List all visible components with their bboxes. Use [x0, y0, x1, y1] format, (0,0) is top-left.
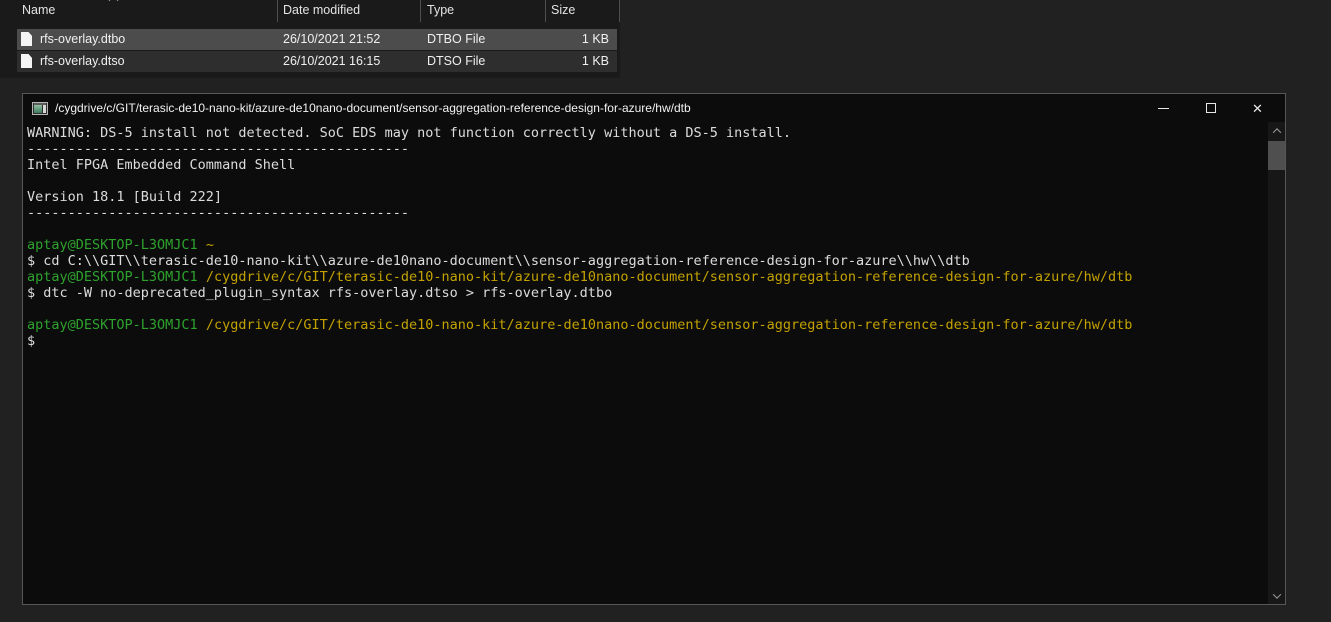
- terminal-scrollbar[interactable]: [1268, 122, 1285, 604]
- terminal-line: ----------------------------------------…: [27, 141, 1268, 157]
- terminal-line: WARNING: DS-5 install not detected. SoC …: [27, 125, 1268, 141]
- sort-ascending-icon: [109, 0, 119, 5]
- terminal-line: aptay@DESKTOP-L3OMJC1 /cygdrive/c/GIT/te…: [27, 269, 1268, 285]
- terminal-title: /cygdrive/c/GIT/terasic-de10-nano-kit/az…: [55, 101, 1140, 115]
- column-divider[interactable]: [619, 0, 620, 22]
- file-date-modified: 26/10/2021 21:52: [283, 32, 380, 46]
- column-header-size[interactable]: Size: [551, 3, 575, 17]
- explorer-column-headers: Name Date modified Type Size: [0, 0, 620, 22]
- terminal-app-icon: [32, 102, 48, 115]
- window-controls: ✕: [1140, 94, 1281, 122]
- terminal-line: aptay@DESKTOP-L3OMJC1 /cygdrive/c/GIT/te…: [27, 317, 1268, 333]
- column-header-date-modified[interactable]: Date modified: [283, 3, 360, 17]
- minimize-button[interactable]: [1140, 94, 1187, 122]
- column-header-type[interactable]: Type: [427, 3, 454, 17]
- column-divider[interactable]: [420, 0, 421, 22]
- scroll-down-button[interactable]: [1268, 587, 1285, 604]
- file-name: rfs-overlay.dtbo: [40, 32, 125, 46]
- terminal-line: [27, 173, 1268, 189]
- scrollbar-thumb[interactable]: [1268, 141, 1285, 170]
- terminal-line: $ dtc -W no-deprecated_plugin_syntax rfs…: [27, 285, 1268, 301]
- terminal-output[interactable]: WARNING: DS-5 install not detected. SoC …: [23, 122, 1268, 604]
- terminal-line: Version 18.1 [Build 222]: [27, 189, 1268, 205]
- terminal-line: aptay@DESKTOP-L3OMJC1 ~: [27, 237, 1268, 253]
- file-date-modified: 26/10/2021 16:15: [283, 54, 380, 68]
- file-icon: [21, 32, 32, 46]
- terminal-line: [27, 221, 1268, 237]
- file-row-rfs-overlay-dtso[interactable]: rfs-overlay.dtso 26/10/2021 16:15 DTSO F…: [17, 51, 617, 72]
- column-header-name[interactable]: Name: [22, 3, 55, 17]
- close-icon: ✕: [1252, 102, 1263, 115]
- file-type: DTSO File: [427, 54, 485, 68]
- file-size: 1 KB: [582, 54, 609, 68]
- terminal-line: Intel FPGA Embedded Command Shell: [27, 157, 1268, 173]
- terminal-window: /cygdrive/c/GIT/terasic-de10-nano-kit/az…: [22, 93, 1286, 605]
- file-explorer-pane: Name Date modified Type Size rfs-overlay…: [0, 0, 620, 78]
- column-divider[interactable]: [545, 0, 546, 22]
- chevron-down-icon: [1272, 590, 1280, 598]
- close-button[interactable]: ✕: [1234, 94, 1281, 122]
- file-name: rfs-overlay.dtso: [40, 54, 125, 68]
- terminal-line: ----------------------------------------…: [27, 205, 1268, 221]
- file-icon: [21, 54, 32, 68]
- maximize-button[interactable]: [1187, 94, 1234, 122]
- terminal-line: $: [27, 333, 1268, 349]
- chevron-up-icon: [1272, 128, 1280, 136]
- terminal-line: $ cd C:\\GIT\\terasic-de10-nano-kit\\azu…: [27, 253, 1268, 269]
- column-divider[interactable]: [277, 0, 278, 22]
- maximize-icon: [1206, 103, 1216, 113]
- file-type: DTBO File: [427, 32, 485, 46]
- file-row-rfs-overlay-dtbo[interactable]: rfs-overlay.dtbo 26/10/2021 21:52 DTBO F…: [17, 29, 617, 50]
- scroll-up-button[interactable]: [1268, 122, 1285, 139]
- terminal-titlebar[interactable]: /cygdrive/c/GIT/terasic-de10-nano-kit/az…: [23, 94, 1285, 122]
- terminal-line: [27, 301, 1268, 317]
- file-size: 1 KB: [582, 32, 609, 46]
- minimize-icon: [1158, 108, 1169, 109]
